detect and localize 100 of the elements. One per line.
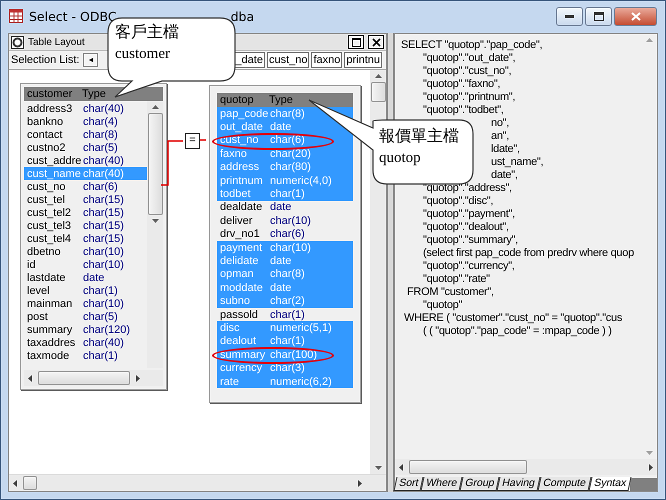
column-row[interactable]: taxmode char(1) (24, 349, 147, 362)
sql-line: (select first pap_code from predrv where quop (423, 247, 634, 260)
scroll-right-icon (358, 480, 362, 486)
sql-line: an", (491, 130, 509, 143)
maximize-icon (352, 38, 360, 46)
tab[interactable]: Group (460, 477, 500, 491)
selection-list-label: Selection List: (11, 54, 80, 66)
maximize-button[interactable] (585, 7, 612, 26)
callout-title: 客戶主檔 (115, 22, 179, 43)
sql-line: "quotop"."out_date", (423, 52, 516, 65)
scroll-thumb[interactable] (409, 460, 527, 474)
minimize-button[interactable] (556, 7, 583, 26)
column-row[interactable]: custno2 char(5) (24, 141, 147, 154)
column-row[interactable]: drv_no1 char(6) (217, 228, 353, 241)
sql-line: "quotop"."summary", (423, 234, 518, 247)
sql-line: FROM "customer", (407, 286, 494, 299)
column-row[interactable]: cust_tel char(15) (24, 193, 147, 206)
sql-line: "quotop"."faxno", (423, 78, 500, 91)
sql-line: "quotop"."currency", (423, 260, 515, 273)
sql-line: ust_name", (491, 156, 544, 169)
selection-item[interactable]: _date (233, 52, 265, 68)
tab[interactable]: Having (496, 477, 541, 491)
column-row[interactable]: cust_addre char(40) (24, 154, 147, 167)
window-title: Select - ODBC (29, 8, 117, 24)
join-operator[interactable]: = (185, 133, 200, 149)
column-row[interactable]: deliver char(10) (217, 214, 353, 228)
close-button[interactable] (368, 35, 384, 49)
column-row[interactable]: cust_no char(6) (24, 180, 147, 193)
column-row[interactable]: dbetno char(10) (24, 245, 147, 258)
vertical-scrollbar[interactable] (147, 101, 163, 368)
callout-title: 報價單主檔 (379, 125, 459, 147)
tab[interactable]: Syntax (588, 477, 632, 491)
horizontal-scrollbar[interactable] (9, 474, 386, 491)
tab[interactable]: Sort (394, 477, 424, 491)
tab[interactable]: Where (420, 477, 463, 491)
selection-item[interactable]: faxno (311, 52, 342, 68)
maximize-button[interactable] (348, 35, 364, 49)
horizontal-scrollbar[interactable] (395, 459, 657, 475)
sql-line: SELECT "quotop"."pap_code", (401, 39, 542, 52)
sql-line: "quotop"."payment", (423, 208, 515, 221)
sql-line: "quotop"."todbet", (423, 104, 504, 117)
window-title: dba (230, 8, 254, 24)
scroll-down-icon (374, 466, 382, 470)
column-row[interactable]: contact char(8) (24, 128, 147, 141)
column-row[interactable]: mainman char(10) (24, 297, 147, 310)
column-row[interactable]: taxaddres char(40) (24, 336, 147, 349)
sql-line: WHERE ( "customer"."cust_no" = "quotop"."cus (404, 312, 622, 325)
sql-line: no", (491, 117, 509, 130)
callout-subtitle: quotop (379, 149, 422, 168)
column-header: Type (82, 88, 106, 100)
scroll-down-icon (152, 219, 158, 223)
column-row[interactable]: passold char(1) (217, 308, 353, 322)
scroll-down-icon (646, 451, 652, 455)
selection-item[interactable]: printnu (344, 52, 382, 68)
sql-line: ldate", (491, 143, 520, 156)
column-row[interactable]: cust_tel2 char(15) (24, 206, 147, 219)
scroll-thumb[interactable] (370, 82, 386, 102)
sql-line: "quotop"."printnum", (423, 91, 516, 104)
scroll-up-icon (646, 38, 652, 42)
scroll-left-icon (399, 464, 403, 470)
scroll-right-icon (136, 374, 140, 382)
close-icon (630, 12, 640, 21)
column-row[interactable]: level char(1) (24, 284, 147, 297)
column-row[interactable]: lastdate date (24, 271, 147, 284)
scroll-left-icon (28, 374, 32, 382)
column-row[interactable]: dealdate date (217, 200, 353, 214)
scroll-thumb[interactable] (38, 371, 130, 385)
sql-line: "quotop"."cust_no", (423, 65, 512, 78)
sql-line: "quotop"."disc", (423, 195, 494, 208)
scroll-up-icon (152, 105, 158, 109)
scroll-right-icon (649, 464, 653, 470)
column-row[interactable]: cust_tel4 char(15) (24, 232, 147, 245)
selection-item[interactable]: cust_no (266, 52, 310, 68)
column-row[interactable]: summary char(120) (24, 323, 147, 336)
column-row[interactable]: id char(10) (24, 258, 147, 271)
close-icon (372, 38, 380, 46)
sql-line: ( ( "quotop"."pap_code" = :mpap_code ) ) (423, 325, 612, 338)
connector-line (200, 139, 206, 141)
sql-line: "quotop"."rate" (423, 273, 490, 286)
tab[interactable]: Compute (538, 477, 592, 491)
minimize-icon (565, 15, 574, 18)
scroll-thumb[interactable] (23, 476, 37, 490)
column-row[interactable]: bankno char(4) (24, 115, 147, 128)
table-name: quotop (220, 94, 255, 106)
grid-icon (9, 9, 23, 23)
sql-line: "quotop" (423, 299, 462, 312)
sql-line: date", (491, 169, 518, 182)
scroll-thumb[interactable] (148, 113, 162, 215)
column-row[interactable]: address3 char(40) (24, 102, 147, 115)
callout-subtitle: customer (115, 45, 171, 64)
horizontal-scrollbar[interactable] (24, 370, 163, 386)
sql-line: "quotop"."address", (423, 182, 512, 195)
table-name: customer (27, 88, 74, 100)
column-header: Type (269, 94, 293, 106)
maximize-icon (594, 12, 604, 21)
child-title: Table Layout (28, 36, 86, 48)
column-row[interactable]: post char(5) (24, 310, 147, 323)
connector-line (161, 140, 183, 186)
sql-line: "quotop"."dealout", (423, 221, 509, 234)
column-row[interactable]: cust_tel3 char(15) (24, 219, 147, 232)
